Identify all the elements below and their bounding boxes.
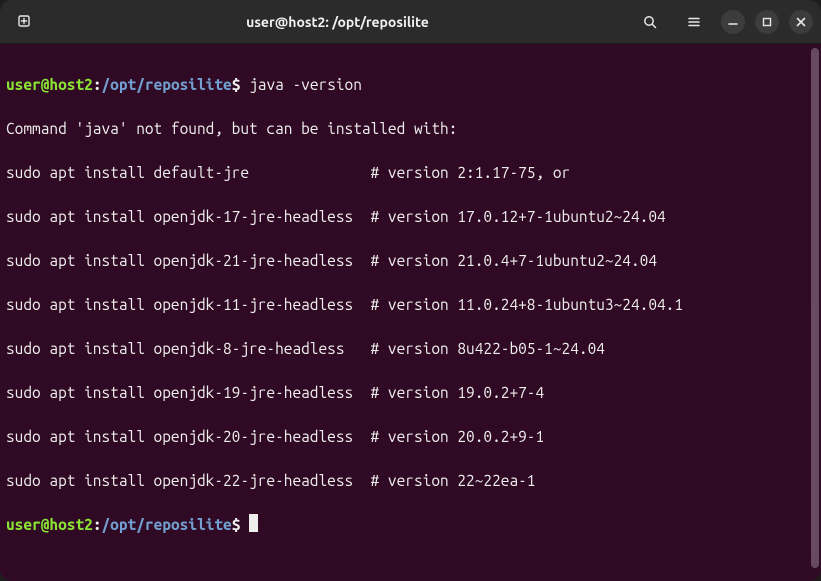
window-title: user@host2: /opt/reposilite: [50, 14, 625, 30]
menu-button[interactable]: [677, 7, 711, 37]
output-line: sudo apt install openjdk-22-jre-headless…: [6, 470, 815, 492]
prompt-end: $: [232, 516, 241, 533]
prompt-end: $: [232, 76, 241, 93]
search-icon: [642, 14, 658, 30]
output-line: sudo apt install openjdk-11-jre-headless…: [6, 294, 815, 316]
prompt-user: user@host2: [6, 76, 93, 93]
close-icon: [796, 17, 806, 27]
output-line: sudo apt install openjdk-21-jre-headless…: [6, 250, 815, 272]
prompt-line-1: user@host2:/opt/reposilite$ java -versio…: [6, 74, 815, 96]
search-button[interactable]: [633, 7, 667, 37]
output-line: sudo apt install default-jre # version 2…: [6, 162, 815, 184]
maximize-icon: [762, 17, 772, 27]
minimize-button[interactable]: [721, 10, 745, 34]
scrollbar[interactable]: [811, 48, 819, 568]
minimize-icon: [728, 17, 738, 27]
new-tab-button[interactable]: [8, 7, 42, 37]
command-text: java -version: [249, 76, 362, 93]
new-tab-icon: [17, 14, 33, 30]
prompt-separator: :: [93, 76, 102, 93]
cursor: [249, 514, 258, 532]
output-line: sudo apt install openjdk-20-jre-headless…: [6, 426, 815, 448]
scrollbar-thumb[interactable]: [811, 48, 819, 568]
output-line: sudo apt install openjdk-17-jre-headless…: [6, 206, 815, 228]
prompt-path: /opt/reposilite: [102, 516, 232, 533]
prompt-line-2: user@host2:/opt/reposilite$: [6, 514, 815, 536]
output-line: sudo apt install openjdk-19-jre-headless…: [6, 382, 815, 404]
prompt-separator: :: [93, 516, 102, 533]
close-button[interactable]: [789, 10, 813, 34]
terminal-body[interactable]: user@host2:/opt/reposilite$ java -versio…: [0, 44, 821, 581]
output-line: sudo apt install openjdk-8-jre-headless …: [6, 338, 815, 360]
maximize-button[interactable]: [755, 10, 779, 34]
prompt-path: /opt/reposilite: [102, 76, 232, 93]
titlebar: user@host2: /opt/reposilite: [0, 0, 821, 44]
prompt-user: user@host2: [6, 516, 93, 533]
output-line: Command 'java' not found, but can be ins…: [6, 118, 815, 140]
hamburger-icon: [686, 14, 702, 30]
terminal-window: user@host2: /opt/reposilite: [0, 0, 821, 581]
